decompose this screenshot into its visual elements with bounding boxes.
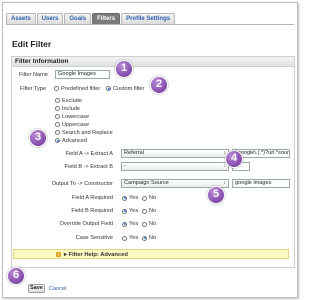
predefined-filter-radio[interactable]: [54, 86, 59, 91]
exclude-radio[interactable]: [55, 98, 60, 103]
filter-help-text: Filter Help: Advanced: [68, 251, 128, 258]
field-a-required-no-radio[interactable]: [142, 195, 147, 201]
filter-help-bar[interactable]: ? ▸ Filter Help: Advanced: [13, 249, 289, 259]
override-output-yes-radio[interactable]: [122, 221, 127, 227]
cancel-link[interactable]: Cancel: [49, 286, 66, 292]
output-label: Output To -> Constructor: [51, 181, 113, 187]
search-and-replace-radio[interactable]: [55, 130, 60, 135]
select-arrow-icon: ↕: [223, 180, 227, 186]
no-label: No: [149, 195, 157, 201]
filter-help-label: ▸ Filter Help: Advanced: [64, 251, 128, 258]
tab-assets[interactable]: Assets: [6, 13, 36, 24]
annotation-badge-3: 3: [29, 129, 47, 147]
option-search-and-replace: Search and Replace: [62, 129, 113, 136]
predefined-filter-label: Predefined filter: [61, 85, 101, 92]
lowercase-radio[interactable]: [55, 114, 60, 119]
tab-profile-settings[interactable]: Profile Settings: [121, 13, 176, 24]
no-label: No: [149, 208, 157, 214]
option-include: Include: [62, 105, 81, 112]
filter-type-label: Filter Type: [20, 86, 47, 92]
option-uppercase: Uppercase: [62, 121, 90, 128]
advanced-radio[interactable]: [55, 138, 60, 143]
field-a-required-yes-radio[interactable]: [122, 195, 127, 201]
section-title: Filter Information: [12, 57, 294, 67]
field-b-label: Field B -> Extract B: [64, 164, 113, 170]
yes-label: Yes: [129, 235, 139, 241]
field-a-select-value: Referral: [124, 150, 144, 156]
yes-label: Yes: [129, 195, 139, 201]
filter-name-label: Filter Name: [19, 72, 48, 78]
help-icon: ?: [56, 252, 61, 257]
page-title: Edit Filter: [12, 39, 52, 49]
tab-divider: [6, 24, 294, 25]
no-label: No: [149, 235, 157, 241]
annotation-badge-6: 6: [7, 267, 25, 285]
option-lowercase: Lowercase: [62, 113, 90, 120]
tab-goals[interactable]: Goals: [64, 13, 92, 24]
field-a-required-label: Field A Required: [71, 195, 113, 201]
field-b-required-yes-radio[interactable]: [122, 208, 127, 214]
output-input[interactable]: google images: [232, 179, 290, 188]
save-button[interactable]: Save: [28, 284, 45, 293]
field-b-required-no-radio[interactable]: [142, 208, 147, 214]
tab-filters[interactable]: Filters: [92, 13, 121, 24]
custom-filter-radio[interactable]: [106, 86, 111, 91]
no-label: No: [149, 221, 157, 227]
include-radio[interactable]: [55, 106, 60, 111]
case-sensitive-yes-radio[interactable]: [122, 235, 127, 241]
field-a-select[interactable]: Referral ↕: [121, 149, 229, 158]
yes-label: Yes: [129, 221, 139, 227]
case-sensitive-no-radio[interactable]: [142, 235, 147, 241]
field-a-label: Field A -> Extract A: [65, 151, 113, 157]
annotation-badge-4: 4: [225, 150, 243, 168]
override-output-no-radio[interactable]: [142, 221, 147, 227]
field-b-required-label: Field B Required: [71, 208, 113, 214]
annotation-badge-2: 2: [150, 76, 168, 94]
yes-label: Yes: [129, 208, 139, 214]
uppercase-radio[interactable]: [55, 122, 60, 127]
option-exclude: Exclude: [62, 97, 82, 104]
tab-bar: Assets Users Goals Filters Profile Setti…: [6, 13, 176, 24]
app-window: Assets Users Goals Filters Profile Setti…: [2, 2, 298, 298]
filter-name-input[interactable]: Google Images: [55, 70, 110, 79]
annotation-badge-5: 5: [207, 186, 225, 204]
annotation-badge-1: 1: [115, 60, 133, 78]
tab-users[interactable]: Users: [36, 13, 64, 24]
output-select-value: Campaign Source: [124, 180, 169, 186]
option-advanced: Advanced: [62, 137, 87, 144]
field-b-select-value: -: [124, 163, 126, 169]
case-sensitive-label: Case Sensitive: [75, 235, 113, 241]
field-b-select[interactable]: - ↕: [121, 162, 229, 171]
custom-filter-label: Custom filter: [113, 85, 145, 92]
override-output-label: Override Output Field: [59, 221, 113, 227]
